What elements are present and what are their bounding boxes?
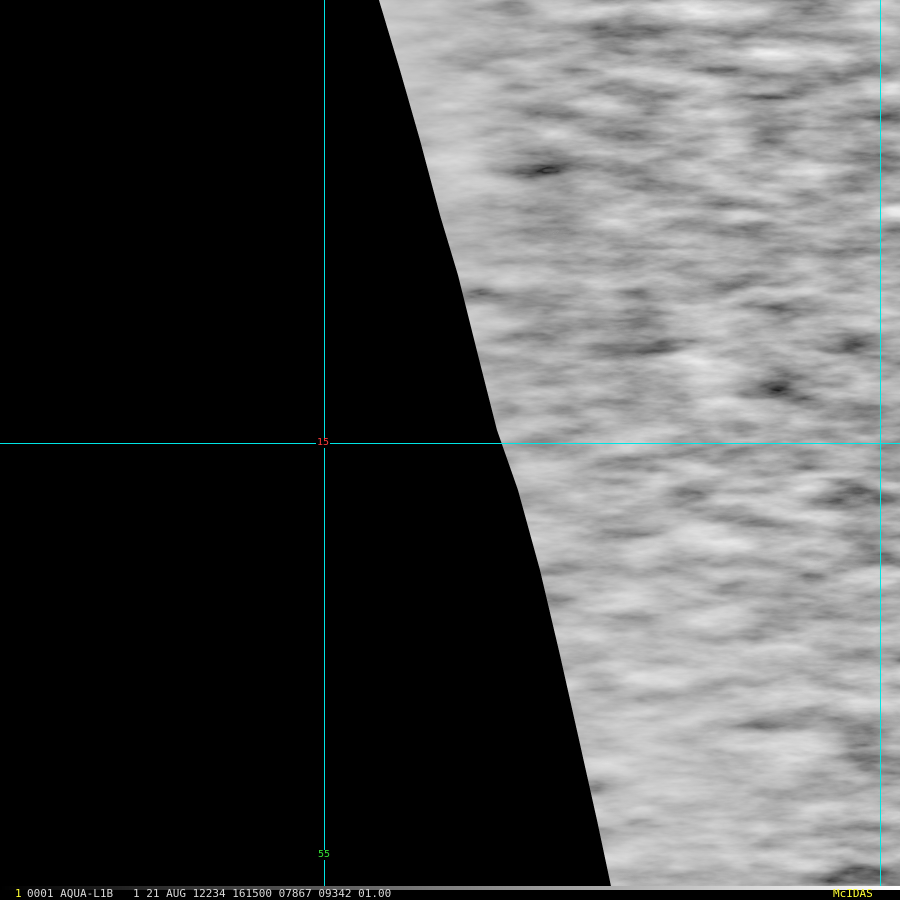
satellite-image-viewer[interactable]: 15 55 <box>0 0 900 886</box>
image-info-text: 0001 AQUA-L1B 1 21 AUG 12234 161500 0786… <box>27 887 392 900</box>
system-name-label: McIDAS <box>833 887 873 900</box>
latitude-label: 15 <box>316 437 331 448</box>
longitude-gridline-east <box>880 0 881 886</box>
longitude-label: 55 <box>317 849 332 860</box>
latitude-gridline <box>0 443 900 444</box>
image-status-bar: 1 0001 AQUA-L1B 1 21 AUG 12234 161500 07… <box>0 886 900 900</box>
frame-number: 1 <box>15 887 22 900</box>
